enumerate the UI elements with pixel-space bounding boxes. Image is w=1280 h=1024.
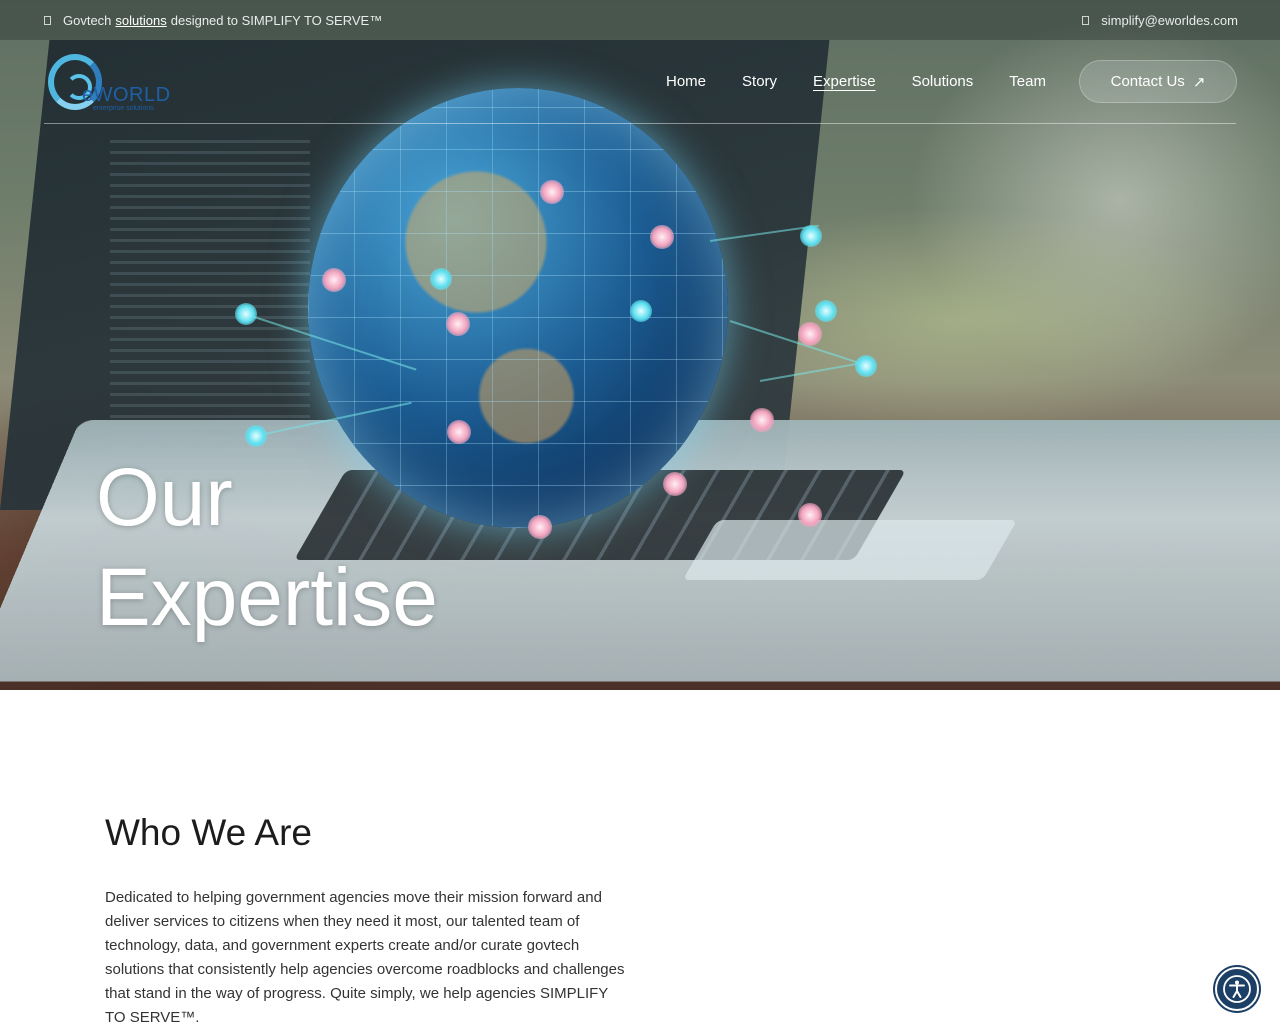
nav-item-story[interactable]: Story	[742, 73, 777, 90]
map-pin-icon	[44, 16, 51, 25]
hero-title-line-2: Expertise	[96, 552, 438, 643]
main-nav: Home Story Expertise Solutions Team	[666, 73, 1082, 90]
trackpad-image	[682, 520, 1018, 580]
logo-tagline: enterprise solutions	[93, 105, 154, 112]
site-header: eWORLD enterprise solutions Home Story E…	[44, 40, 1237, 124]
network-node	[798, 322, 822, 346]
arrow-up-right-icon: ↗	[1192, 73, 1206, 91]
contact-us-button[interactable]: Contact Us ↗	[1079, 60, 1237, 103]
network-node	[663, 472, 687, 496]
nav-item-home[interactable]: Home	[666, 73, 706, 90]
tagline-group: Govtech solutions designed to SIMPLIFY T…	[44, 13, 382, 28]
email-link[interactable]: simplify@eworldes.com	[1101, 13, 1238, 28]
accessibility-icon	[1223, 975, 1251, 1003]
network-node	[446, 312, 470, 336]
logo[interactable]: eWORLD enterprise solutions	[48, 52, 171, 114]
logo-wordmark: eWORLD	[82, 84, 171, 106]
nav-item-solutions[interactable]: Solutions	[912, 73, 974, 90]
network-node	[650, 225, 674, 249]
network-node	[800, 225, 822, 247]
network-node	[630, 300, 652, 322]
tagline-suffix: designed to SIMPLIFY TO SERVE™	[170, 13, 383, 28]
section-title: Who We Are	[105, 812, 313, 853]
network-node	[798, 503, 822, 527]
accessibility-button[interactable]	[1215, 967, 1259, 1011]
envelope-icon	[1082, 16, 1090, 25]
network-node	[235, 303, 257, 325]
section-body: Dedicated to helping government agencies…	[105, 889, 625, 1024]
solutions-link[interactable]: solutions	[115, 13, 166, 28]
network-node	[815, 300, 837, 322]
nav-item-team[interactable]: Team	[1009, 73, 1046, 90]
hero-title: Our Expertise	[96, 448, 596, 648]
network-node	[540, 180, 564, 204]
network-node	[750, 408, 774, 432]
contact-us-label: Contact Us	[1110, 73, 1185, 90]
top-bar: Govtech solutions designed to SIMPLIFY T…	[0, 0, 1280, 40]
network-node	[245, 425, 267, 447]
hero-title-line-1: Our	[96, 452, 233, 543]
nav-item-expertise[interactable]: Expertise	[813, 73, 876, 90]
network-node	[855, 355, 877, 377]
network-node	[447, 420, 471, 444]
network-node	[322, 268, 346, 292]
network-node	[430, 268, 452, 290]
tagline-prefix: Govtech	[63, 13, 112, 28]
email-group[interactable]: simplify@eworldes.com	[1082, 13, 1238, 28]
